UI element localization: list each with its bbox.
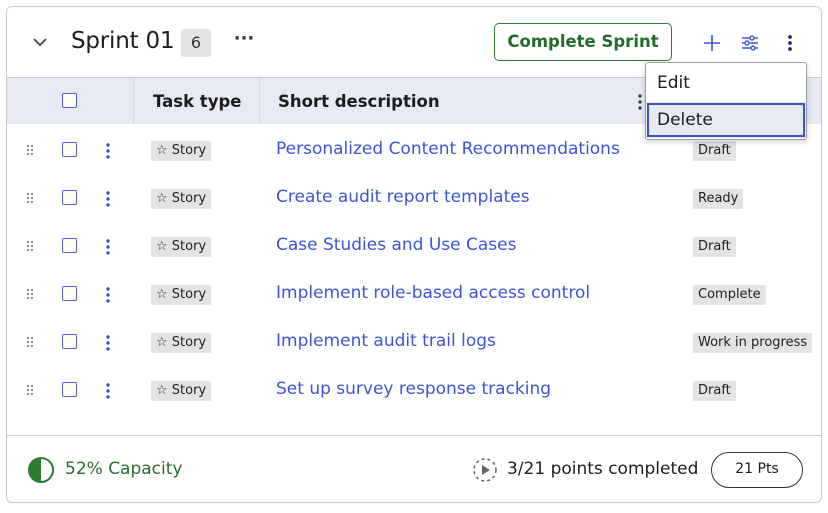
plus-icon[interactable] <box>700 31 724 55</box>
row-checkbox[interactable] <box>62 142 77 157</box>
task-description-link[interactable]: Set up survey response tracking <box>276 379 551 399</box>
row-checkbox[interactable] <box>62 238 77 253</box>
chevron-down-icon[interactable] <box>29 31 51 53</box>
sprint-actions-menu: Edit Delete <box>645 62 807 140</box>
menu-item-edit[interactable]: Edit <box>646 65 806 101</box>
row-more-icon[interactable] <box>105 190 111 208</box>
more-horizontal-icon[interactable]: ··· <box>231 28 257 54</box>
task-type-pill: ☆ Story <box>151 333 212 353</box>
drag-handle-icon[interactable] <box>26 240 34 252</box>
task-description-link[interactable]: Case Studies and Use Cases <box>276 235 516 255</box>
settings-sliders-icon[interactable] <box>738 31 762 55</box>
row-checkbox[interactable] <box>62 286 77 301</box>
task-type-pill: ☆ Story <box>151 189 212 209</box>
state-badge: Draft <box>693 141 736 161</box>
row-more-icon[interactable] <box>105 142 111 160</box>
task-description-link[interactable]: Implement audit trail logs <box>276 331 496 351</box>
row-checkbox[interactable] <box>62 334 77 349</box>
table-row[interactable]: ☆ Story Implement role-based access cont… <box>7 270 821 318</box>
drag-handle-icon[interactable] <box>26 144 34 156</box>
column-divider <box>259 78 260 124</box>
state-badge: Work in progress <box>693 333 813 353</box>
select-all-checkbox[interactable] <box>62 93 77 108</box>
table-row[interactable]: ☆ Story Create audit report templates Re… <box>7 174 821 222</box>
column-header-short-description[interactable]: Short description <box>278 92 440 111</box>
state-badge: Complete <box>693 285 766 305</box>
table-row[interactable]: ☆ Story Case Studies and Use Cases Draft <box>7 222 821 270</box>
task-count-badge: 6 <box>181 29 211 57</box>
row-more-icon[interactable] <box>105 334 111 352</box>
state-badge: Draft <box>693 381 736 401</box>
drag-handle-icon[interactable] <box>26 336 34 348</box>
task-description-link[interactable]: Personalized Content Recommendations <box>276 139 620 159</box>
state-badge: Ready <box>693 189 744 209</box>
table-row[interactable]: ☆ Story Set up survey response tracking … <box>7 366 821 414</box>
points-completed-label: 3/21 points completed <box>507 459 699 479</box>
task-type-pill: ☆ Story <box>151 285 212 305</box>
capacity-half-circle-icon <box>28 457 54 483</box>
column-header-task-type[interactable]: Task type <box>153 92 241 111</box>
row-more-icon[interactable] <box>105 286 111 304</box>
row-more-icon[interactable] <box>105 238 111 256</box>
task-type-pill: ☆ Story <box>151 381 212 401</box>
column-more-icon[interactable] <box>637 93 643 111</box>
task-type-pill: ☆ Story <box>151 141 212 161</box>
drag-handle-icon[interactable] <box>26 192 34 204</box>
row-checkbox[interactable] <box>62 382 77 397</box>
task-description-link[interactable]: Create audit report templates <box>276 187 530 207</box>
sprint-footer: 52% Capacity 3/21 points completed 21 Pt… <box>7 435 821 502</box>
play-circle-icon <box>473 458 497 482</box>
row-more-icon[interactable] <box>105 382 111 400</box>
column-divider <box>133 78 134 124</box>
table-row[interactable]: ☆ Story Implement audit trail logs Work … <box>7 318 821 366</box>
complete-sprint-button[interactable]: Complete Sprint <box>494 23 672 61</box>
menu-item-delete[interactable]: Delete <box>646 102 806 138</box>
task-description-link[interactable]: Implement role-based access control <box>276 283 590 303</box>
row-checkbox[interactable] <box>62 190 77 205</box>
points-button[interactable]: 21 Pts <box>711 452 803 488</box>
task-type-pill: ☆ Story <box>151 237 212 257</box>
drag-handle-icon[interactable] <box>26 288 34 300</box>
capacity-label: 52% Capacity <box>65 459 183 479</box>
drag-handle-icon[interactable] <box>26 384 34 396</box>
sprint-title: Sprint 01 <box>71 28 175 54</box>
state-badge: Draft <box>693 237 736 257</box>
more-vertical-icon[interactable] <box>778 31 802 55</box>
